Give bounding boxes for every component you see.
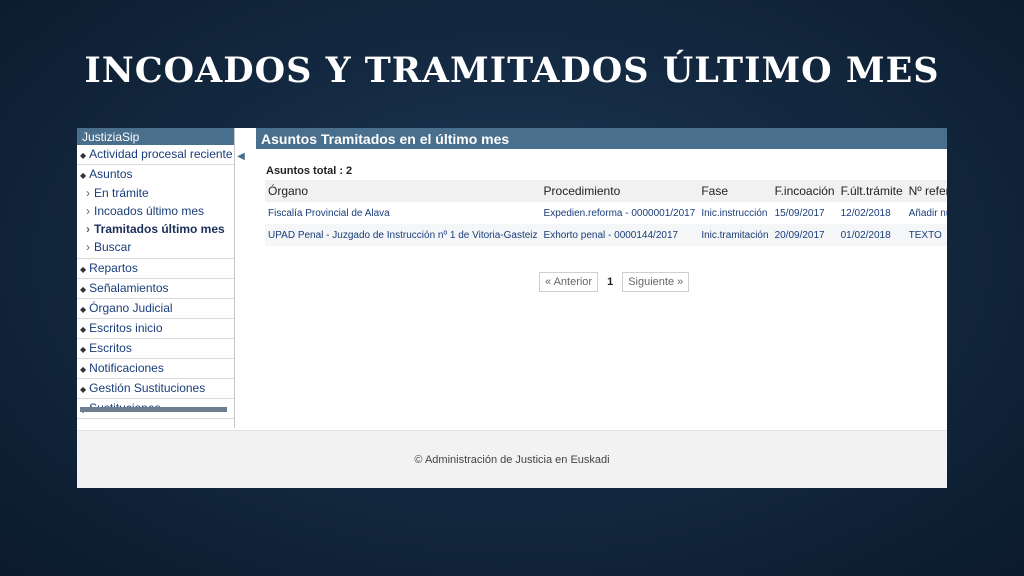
bullet-icon: ◆ bbox=[80, 305, 87, 314]
cell-fase: Inic.tramitación bbox=[698, 224, 772, 246]
chevron-right-icon: › bbox=[86, 204, 90, 218]
sidebar-item-notificaciones[interactable]: ◆ Notificaciones bbox=[77, 359, 234, 379]
bullet-icon: ◆ bbox=[80, 171, 87, 180]
footer: © Administración de Justicia en Euskadi bbox=[77, 430, 947, 488]
sidebar-footer-bar bbox=[80, 407, 227, 412]
cell-f-incoacion: 15/09/2017 bbox=[774, 207, 825, 219]
sidebar-subitem-label: En trámite bbox=[94, 186, 149, 200]
chevron-right-icon: › bbox=[86, 240, 90, 254]
sidebar-item-label: Gestión Sustituciones bbox=[89, 381, 206, 395]
slide-title: INCOADOS Y TRAMITADOS ÚLTIMO MES bbox=[84, 50, 940, 91]
sidebar-item-label: Notificaciones bbox=[89, 361, 164, 375]
sidebar-item-escritos[interactable]: ◆ Escritos bbox=[77, 339, 234, 359]
column-header-n-referencia[interactable]: Nº referencia bbox=[905, 180, 947, 202]
sidebar-item-label: Escritos bbox=[89, 341, 132, 355]
results-table: Órgano Procedimiento Fase F.incoación F.… bbox=[265, 180, 947, 246]
sidebar-app-name: JustiziaSip bbox=[77, 128, 234, 145]
sidebar-item-gestion-sustituciones[interactable]: ◆ Gestión Sustituciones bbox=[77, 379, 234, 399]
bullet-icon: ◆ bbox=[80, 325, 87, 334]
next-page-button[interactable]: Siguiente » bbox=[622, 272, 690, 292]
column-header-procedimiento[interactable]: Procedimiento bbox=[540, 180, 699, 202]
sidebar-item-actividad-procesal[interactable]: ◆ Actividad procesal reciente bbox=[77, 145, 234, 165]
results-total: Asuntos total : 2 bbox=[266, 165, 353, 177]
sidebar-item-label: Repartos bbox=[89, 261, 138, 275]
sidebar-subitem-label: Tramitados último mes bbox=[94, 222, 225, 236]
column-header-fase[interactable]: Fase bbox=[698, 180, 772, 202]
sidebar-subitem-label: Buscar bbox=[94, 240, 132, 254]
previous-page-button[interactable]: « Anterior bbox=[539, 272, 599, 292]
cell-f-incoacion: 20/09/2017 bbox=[771, 224, 838, 246]
app-screenshot: JustiziaSip ◆ Actividad procesal reciente… bbox=[77, 128, 947, 488]
sidebar-item-label: Actividad procesal reciente bbox=[89, 147, 233, 161]
sidebar: JustiziaSip ◆ Actividad procesal reciente… bbox=[77, 128, 235, 428]
footer-copyright: © Administración de Justicia en Euskadi bbox=[414, 454, 610, 466]
sidebar-item-label: Órgano Judicial bbox=[89, 301, 173, 315]
sidebar-subitem-label: Incoados último mes bbox=[94, 204, 205, 218]
sidebar-subitem-tramitados[interactable]: › Tramitados último mes bbox=[77, 220, 234, 238]
sidebar-item-senalamientos[interactable]: ◆ Señalamientos bbox=[77, 279, 234, 299]
cell-procedimiento[interactable]: Expedien.reforma - 0000001/2017 bbox=[541, 202, 699, 224]
cell-f-ult-tramite: 01/02/2018 bbox=[837, 224, 906, 246]
sidebar-item-repartos[interactable]: ◆ Repartos bbox=[77, 259, 234, 279]
bullet-icon: ◆ bbox=[80, 285, 87, 294]
column-header-f-incoacion[interactable]: F.incoación bbox=[771, 180, 838, 202]
cell-n-referencia[interactable]: Añadir número bbox=[906, 202, 947, 224]
cell-f-ult-tramite: 12/02/2018 bbox=[840, 207, 891, 219]
cell-n-referencia[interactable]: TEXTO bbox=[905, 224, 947, 246]
sidebar-item-label: Asuntos bbox=[89, 167, 133, 181]
sidebar-item-organo-judicial[interactable]: ◆ Órgano Judicial bbox=[77, 299, 234, 319]
collapse-sidebar-icon[interactable]: ◀ bbox=[237, 150, 245, 164]
pagination: « Anterior 1 Siguiente » bbox=[539, 272, 690, 292]
cell-organo[interactable]: UPAD Penal - Juzgado de Instrucción nº 1… bbox=[265, 224, 541, 246]
bullet-icon: ◆ bbox=[80, 265, 87, 274]
sidebar-item-escritos-inicio[interactable]: ◆ Escritos inicio bbox=[77, 319, 234, 339]
table-row[interactable]: Fiscalía Provincial de Alava Expedien.re… bbox=[265, 202, 947, 224]
bullet-icon: ◆ bbox=[80, 385, 87, 394]
sidebar-group-asuntos: ◆ Asuntos › En trámite › Incoados último me… bbox=[77, 165, 234, 259]
sidebar-item-label: Escritos inicio bbox=[89, 321, 163, 335]
cell-organo[interactable]: Fiscalía Provincial de Alava bbox=[265, 202, 541, 224]
table-header-row: Órgano Procedimiento Fase F.incoación F.… bbox=[265, 180, 947, 202]
sidebar-subitem-buscar[interactable]: › Buscar bbox=[77, 238, 234, 256]
sidebar-item-label: Señalamientos bbox=[89, 281, 169, 295]
cell-procedimiento[interactable]: Exhorto penal - 0000144/2017 bbox=[540, 224, 699, 246]
bullet-icon: ◆ bbox=[80, 365, 87, 374]
column-header-organo[interactable]: Órgano bbox=[265, 180, 541, 202]
current-page-number: 1 bbox=[607, 276, 614, 288]
bullet-icon: ◆ bbox=[80, 345, 87, 354]
cell-fase: Inic.instrucción bbox=[701, 207, 768, 219]
chevron-right-icon: › bbox=[86, 186, 90, 200]
column-header-f-ult-tramite[interactable]: F.últ.trámite bbox=[837, 180, 906, 202]
sidebar-subitem-incoados[interactable]: › Incoados último mes bbox=[77, 202, 234, 220]
sidebar-subitem-en-tramite[interactable]: › En trámite bbox=[77, 184, 234, 202]
chevron-right-icon: › bbox=[86, 222, 90, 236]
table-row[interactable]: UPAD Penal - Juzgado de Instrucción nº 1… bbox=[265, 224, 947, 246]
page-title: Asuntos Tramitados en el último mes bbox=[256, 128, 947, 149]
bullet-icon: ◆ bbox=[80, 151, 87, 160]
sidebar-item-asuntos[interactable]: ◆ Asuntos bbox=[77, 165, 234, 184]
